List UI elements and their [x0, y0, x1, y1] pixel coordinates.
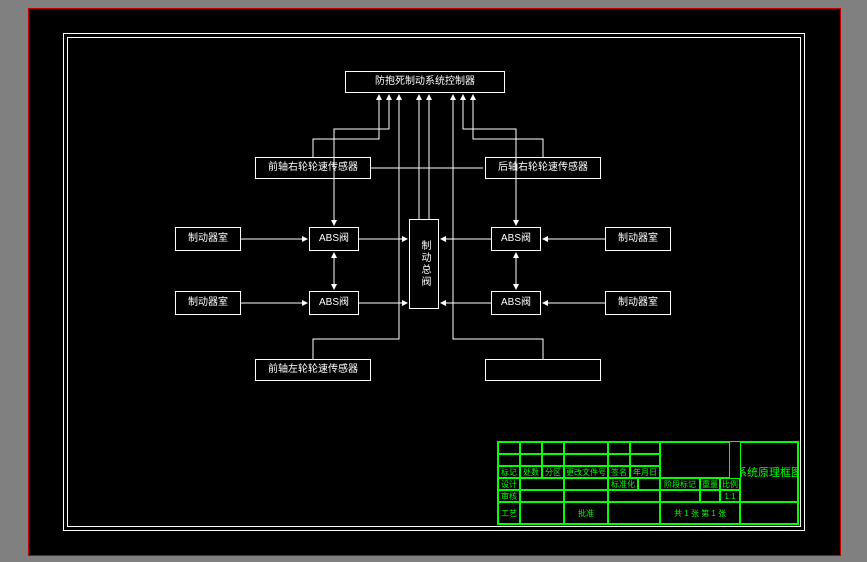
scale-label: 比例 [720, 478, 740, 490]
r2-0: 设计 [498, 478, 520, 490]
box-brake-4: 制动器室 [605, 291, 671, 315]
label-brake-3: 制动器室 [188, 297, 228, 309]
box-sensor-rr: 后轴右轮轮速传感器 [485, 157, 601, 179]
box-brake-1: 制动器室 [175, 227, 241, 251]
r2-4: 标准化 [608, 478, 638, 490]
drawing-title: 系统原理框图 [740, 442, 798, 502]
hdr-0: 标记 [498, 466, 520, 478]
label-brake-1: 制动器室 [188, 233, 228, 245]
box-sensor-rl [485, 359, 601, 381]
hdr-4: 签名 [608, 466, 630, 478]
title-block: 标记 处数 分区 更改文件号 签名 年月日 设计 标准化 审核 工艺 批准 阶段… [497, 441, 799, 525]
scale-value: 1:1 [720, 490, 740, 502]
label-sensor-fr: 前轴右轮轮速传感器 [268, 162, 358, 174]
box-controller: 防抱死制动系统控制器 [345, 71, 505, 93]
box-sensor-fr: 前轴右轮轮速传感器 [255, 157, 371, 179]
cad-canvas: 防抱死制动系统控制器 前轴右轮轮速传感器 后轴右轮轮速传感器 制动器室 ABS阀… [28, 8, 841, 556]
label-sensor-rr: 后轴右轮轮速传感器 [498, 162, 588, 174]
label-abs-4: ABS阀 [501, 297, 531, 309]
box-abs-2: ABS阀 [491, 227, 541, 251]
box-brake-2: 制动器室 [605, 227, 671, 251]
hdr-1: 处数 [520, 466, 542, 478]
box-abs-1: ABS阀 [309, 227, 359, 251]
label-abs-3: ABS阀 [319, 297, 349, 309]
hdr-5: 年月日 [630, 466, 660, 478]
sheet-label: 共 1 张 第 1 张 [660, 502, 740, 524]
label-center-valve: 制动总阀 [418, 240, 430, 288]
box-center-valve: 制动总阀 [409, 219, 439, 309]
r3-0: 审核 [498, 490, 520, 502]
label-abs-1: ABS阀 [319, 233, 349, 245]
hdr-3: 更改文件号 [564, 466, 608, 478]
label-brake-2: 制动器室 [618, 233, 658, 245]
label-brake-4: 制动器室 [618, 297, 658, 309]
label-controller: 防抱死制动系统控制器 [375, 76, 475, 88]
label-sensor-fl: 前轴左轮轮速传感器 [268, 364, 358, 376]
box-sensor-fl: 前轴左轮轮速传感器 [255, 359, 371, 381]
stage-label: 阶段标记 [660, 478, 700, 490]
box-abs-3: ABS阀 [309, 291, 359, 315]
label-abs-2: ABS阀 [501, 233, 531, 245]
hdr-2: 分区 [542, 466, 564, 478]
r4-0: 工艺 [498, 502, 520, 524]
r4-3: 批准 [564, 502, 608, 524]
box-brake-3: 制动器室 [175, 291, 241, 315]
weight-label: 重量 [700, 478, 720, 490]
box-abs-4: ABS阀 [491, 291, 541, 315]
